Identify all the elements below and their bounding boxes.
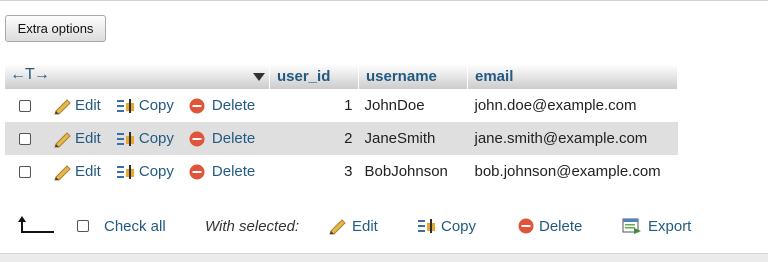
- copy-icon: [418, 219, 435, 233]
- email-cell: jane.smith@example.com: [467, 122, 678, 155]
- check-all-label[interactable]: Check all: [104, 218, 166, 235]
- email-cell: john.doe@example.com: [467, 89, 678, 122]
- username-cell: BobJohnson: [358, 155, 468, 188]
- user-id-cell: 1: [269, 89, 359, 122]
- bulk-actions-bar: Check all With selected: Edit Copy Delet…: [0, 209, 768, 243]
- arrow-up-left-icon: [18, 209, 56, 243]
- user-id-cell: 2: [269, 122, 359, 155]
- check-all-control[interactable]: Check all: [77, 209, 166, 243]
- copy-row-link[interactable]: Copy: [115, 163, 174, 181]
- sort-triangle-icon[interactable]: [253, 73, 265, 81]
- delete-icon: [189, 131, 205, 146]
- table-row: Edit Copy Delete: [5, 89, 678, 122]
- row-actions-cell: Edit Copy Delete: [5, 89, 270, 122]
- email-cell: bob.johnson@example.com: [467, 155, 678, 188]
- delete-row-link[interactable]: Delete: [188, 97, 255, 115]
- check-all-checkbox[interactable]: [77, 220, 89, 232]
- column-arrows-header[interactable]: ←T→: [5, 64, 270, 89]
- pencil-icon: [54, 98, 71, 114]
- delete-row-link[interactable]: Delete: [188, 130, 255, 148]
- table-row: Edit Copy Delete: [5, 155, 678, 188]
- user-id-cell: 3: [269, 155, 359, 188]
- username-cell: JaneSmith: [358, 122, 468, 155]
- with-selected-label: With selected:: [205, 217, 300, 235]
- export-icon: [622, 218, 641, 234]
- delete-icon: [518, 218, 534, 234]
- copy-row-link[interactable]: Copy: [115, 130, 174, 148]
- results-table: ←T→ user_id username email Edit Copy Del…: [5, 64, 678, 188]
- copy-row-link[interactable]: Copy: [115, 97, 174, 115]
- edit-row-link[interactable]: Edit: [53, 163, 101, 181]
- table-row: Edit Copy Delete: [5, 122, 678, 155]
- copy-icon: [116, 164, 134, 179]
- top-divider: [0, 0, 768, 1]
- row-actions-cell: Edit Copy Delete: [5, 155, 270, 188]
- table-header-row: ←T→ user_id username email: [5, 64, 678, 89]
- bulk-delete-link[interactable]: Delete: [517, 209, 582, 243]
- row-checkbox[interactable]: [19, 165, 31, 178]
- delete-icon: [189, 98, 205, 113]
- column-resize-arrows-icon[interactable]: ←T→: [10, 66, 50, 84]
- username-cell: JohnDoe: [358, 89, 468, 122]
- pencil-icon: [54, 131, 71, 147]
- bulk-edit-link[interactable]: Edit: [328, 209, 378, 243]
- column-header-email[interactable]: email: [467, 64, 678, 89]
- edit-row-link[interactable]: Edit: [53, 97, 101, 115]
- row-checkbox[interactable]: [19, 99, 31, 112]
- copy-icon: [116, 131, 134, 146]
- edit-row-link[interactable]: Edit: [53, 130, 101, 148]
- delete-icon: [189, 164, 205, 179]
- extra-options-button[interactable]: Extra options: [5, 15, 106, 42]
- pencil-icon: [54, 164, 71, 180]
- copy-icon: [116, 98, 134, 113]
- delete-row-link[interactable]: Delete: [188, 163, 255, 181]
- row-checkbox[interactable]: [19, 132, 31, 145]
- bulk-copy-link[interactable]: Copy: [416, 209, 476, 243]
- column-header-user-id[interactable]: user_id: [269, 64, 359, 89]
- pencil-icon: [329, 219, 346, 235]
- row-actions-cell: Edit Copy Delete: [5, 122, 270, 155]
- bulk-export-link[interactable]: Export: [622, 209, 691, 243]
- column-header-username[interactable]: username: [358, 64, 468, 89]
